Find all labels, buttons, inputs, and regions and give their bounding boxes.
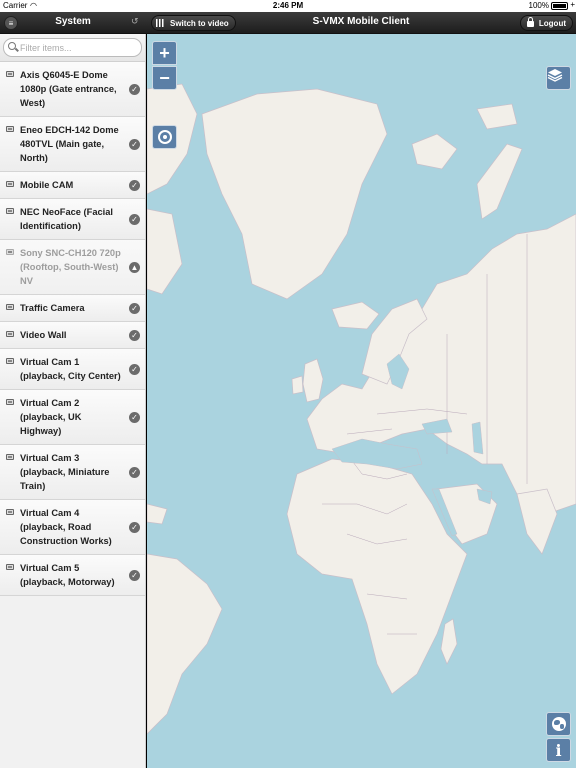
- logout-button[interactable]: Logout: [519, 15, 573, 31]
- camera-list-item[interactable]: Virtual Cam 5 (playback, Motorway) ✓: [0, 555, 145, 596]
- search-icon: [8, 42, 16, 50]
- camera-list-item[interactable]: Traffic Camera ✓: [0, 295, 145, 322]
- battery-percent: 100%: [528, 1, 549, 10]
- camera-label: Traffic Camera: [20, 303, 85, 313]
- check-icon: ✓: [129, 522, 140, 533]
- refresh-button[interactable]: ↺: [131, 16, 139, 27]
- check-icon: ✓: [129, 180, 140, 191]
- globe-icon: [551, 717, 566, 731]
- great-britain: [302, 358, 324, 403]
- world-map: [147, 83, 576, 735]
- check-icon: ✓: [129, 364, 140, 375]
- camera-label: Mobile CAM: [20, 180, 74, 190]
- camera-list-item[interactable]: Virtual Cam 2 (playback, UK Highway) ✓: [0, 390, 145, 445]
- logout-label: Logout: [538, 18, 566, 28]
- info-button[interactable]: i: [546, 738, 571, 762]
- check-icon: ✓: [129, 412, 140, 423]
- warning-icon: ▲: [129, 262, 140, 273]
- status-bar: Carrier ◠ 2:46 PM 100% +: [0, 0, 576, 12]
- layers-button[interactable]: [546, 66, 571, 90]
- camera-icon: [6, 208, 14, 214]
- camera-list-item[interactable]: Sony SNC-CH120 720p (Rooftop, South-West…: [0, 240, 145, 295]
- franz-josef: [476, 103, 518, 130]
- charging-icon: +: [570, 0, 575, 9]
- check-icon: ✓: [129, 139, 140, 150]
- camera-label: Virtual Cam 2 (playback, UK Highway): [20, 398, 82, 436]
- check-icon: ✓: [129, 330, 140, 341]
- camera-list-item[interactable]: NEC NeoFace (Facial Identification) ✓: [0, 199, 145, 240]
- south-america: [147, 553, 223, 735]
- app-title: S-VMX Mobile Client: [312, 16, 410, 27]
- camera-icon: [6, 454, 14, 460]
- camera-list-item[interactable]: Eneo EDCH-142 Dome 480TVL (Main gate, No…: [0, 117, 145, 172]
- top-toolbar: ≡ System ↺ Switch to video S-VMX Mobile …: [0, 12, 576, 34]
- zoom-out-button[interactable]: −: [152, 66, 177, 90]
- camera-icon: [6, 399, 14, 405]
- layers-icon: [547, 69, 563, 82]
- camera-list-item[interactable]: Mobile CAM ✓: [0, 172, 145, 199]
- check-icon: ✓: [129, 467, 140, 478]
- camera-label: Axis Q6045-E Dome 1080p (Gate entrance, …: [20, 70, 117, 108]
- arctic-island-2: [147, 208, 183, 295]
- camera-label: NEC NeoFace (Facial Identification): [20, 207, 114, 231]
- camera-label: Virtual Cam 5 (playback, Motorway): [20, 563, 115, 587]
- camera-icon: [6, 509, 14, 515]
- sidebar-title: System: [55, 16, 91, 27]
- novaya-zemlya: [476, 143, 523, 220]
- svalbard: [411, 133, 458, 170]
- camera-label: Virtual Cam 4 (playback, Road Constructi…: [20, 508, 112, 546]
- camera-label: Virtual Cam 1 (playback, City Center): [20, 357, 121, 381]
- locate-button[interactable]: [152, 125, 177, 149]
- camera-icon: [6, 358, 14, 364]
- camera-list-item[interactable]: Video Wall ✓: [0, 322, 145, 349]
- camera-icon: [6, 564, 14, 570]
- caribbean: [147, 503, 168, 525]
- check-icon: ✓: [129, 303, 140, 314]
- camera-label: Video Wall: [20, 330, 67, 340]
- india: [516, 488, 558, 555]
- camera-label: Sony SNC-CH120 720p (Rooftop, South-West…: [20, 248, 121, 286]
- zoom-in-button[interactable]: +: [152, 41, 177, 65]
- camera-list-item[interactable]: Virtual Cam 1 (playback, City Center) ✓: [0, 349, 145, 390]
- iceland: [331, 301, 380, 330]
- camera-list-item[interactable]: Virtual Cam 3 (playback, Miniature Train…: [0, 445, 145, 500]
- clock: 2:46 PM: [272, 1, 304, 10]
- camera-label: Virtual Cam 3 (playback, Miniature Train…: [20, 453, 110, 491]
- search-bar: [0, 34, 145, 62]
- camera-sidebar: Axis Q6045-E Dome 1080p (Gate entrance, …: [0, 34, 146, 768]
- camera-list-item[interactable]: Axis Q6045-E Dome 1080p (Gate entrance, …: [0, 62, 145, 117]
- ireland: [291, 375, 304, 395]
- camera-list: Axis Q6045-E Dome 1080p (Gate entrance, …: [0, 62, 145, 596]
- battery-icon: [551, 2, 568, 10]
- camera-icon: [6, 181, 14, 187]
- map-view[interactable]: + − i: [147, 34, 576, 768]
- greenland: [201, 88, 388, 300]
- camera-icon: [6, 71, 14, 77]
- search-field[interactable]: [3, 38, 142, 57]
- check-icon: ✓: [129, 570, 140, 581]
- check-icon: ✓: [129, 84, 140, 95]
- camera-icon: [6, 331, 14, 337]
- camera-icon: [6, 249, 14, 255]
- globe-button[interactable]: [546, 712, 571, 736]
- madagascar: [440, 618, 458, 665]
- lock-icon: [526, 17, 534, 27]
- search-input[interactable]: [20, 40, 137, 55]
- camera-icon: [6, 304, 14, 310]
- camera-icon: [6, 126, 14, 132]
- check-icon: ✓: [129, 214, 140, 225]
- locate-icon: [157, 130, 172, 144]
- camera-list-item[interactable]: Virtual Cam 4 (playback, Road Constructi…: [0, 500, 145, 555]
- camera-label: Eneo EDCH-142 Dome 480TVL (Main gate, No…: [20, 125, 119, 163]
